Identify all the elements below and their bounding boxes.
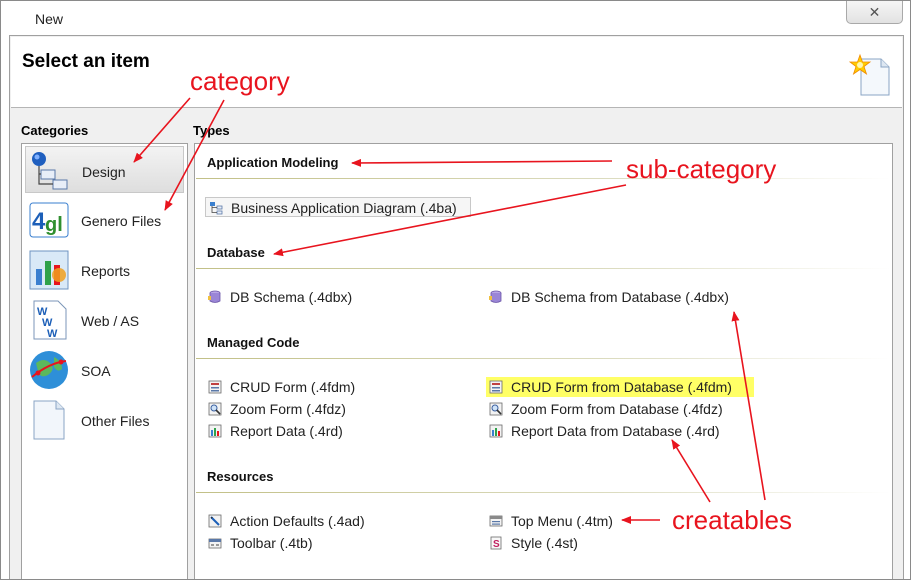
section-title-managed-code: Managed Code xyxy=(207,335,300,350)
category-item-genero-files[interactable]: 4 gl Genero Files xyxy=(25,196,184,243)
type-label: Business Application Diagram (.4ba) xyxy=(231,200,457,216)
section-title-database: Database xyxy=(207,245,265,260)
section-divider xyxy=(196,268,891,269)
design-icon xyxy=(32,152,68,190)
type-item-crud-form[interactable]: CRUD Form (.4fdm) xyxy=(205,377,455,397)
report-data-icon xyxy=(489,424,503,438)
title-bar: New ✕ xyxy=(1,1,910,35)
category-label: Design xyxy=(82,164,126,180)
type-item-action-defaults[interactable]: Action Defaults (.4ad) xyxy=(205,511,455,531)
window-title: New xyxy=(35,11,64,27)
type-label: CRUD Form from Database (.4fdm) xyxy=(511,379,732,395)
type-label: Zoom Form (.4fdz) xyxy=(230,401,346,417)
types-label: Types xyxy=(193,123,230,138)
type-item-zoom-form[interactable]: Zoom Form (.4fdz) xyxy=(205,399,455,419)
close-icon: ✕ xyxy=(868,4,881,20)
type-label: Style (.4st) xyxy=(511,535,578,551)
action-defaults-icon xyxy=(208,514,222,528)
web-as-icon: W W W xyxy=(33,300,67,340)
page-title: Select an item xyxy=(22,51,150,72)
section-title-application-modeling: Application Modeling xyxy=(207,155,339,170)
type-label: Toolbar (.4tb) xyxy=(230,535,313,551)
diagram-icon xyxy=(210,202,223,215)
type-item-zoom-form-from-database[interactable]: Zoom Form from Database (.4fdz) xyxy=(486,399,754,419)
soa-globe-icon xyxy=(30,351,68,389)
type-label: Zoom Form from Database (.4fdz) xyxy=(511,401,723,417)
svg-text:4: 4 xyxy=(32,208,46,235)
categories-list: Design 4 gl Genero Files Reports W W W W… xyxy=(21,143,188,579)
type-label: Top Menu (.4tm) xyxy=(511,513,613,529)
type-label: Report Data from Database (.4rd) xyxy=(511,423,720,439)
categories-label: Categories xyxy=(21,123,89,138)
type-label: DB Schema from Database (.4dbx) xyxy=(511,289,729,305)
svg-text:gl: gl xyxy=(45,214,63,236)
report-data-icon xyxy=(208,424,222,438)
type-label: CRUD Form (.4fdm) xyxy=(230,379,356,395)
category-item-web-as[interactable]: W W W Web / AS xyxy=(25,296,184,343)
section-title-resources: Resources xyxy=(207,469,274,484)
style-icon: S xyxy=(490,536,502,550)
form-icon xyxy=(208,380,222,394)
annotation-creatables: creatables xyxy=(672,505,792,535)
form-icon xyxy=(489,380,503,394)
type-item-report-data[interactable]: Report Data (.4rd) xyxy=(205,421,455,441)
4gl-files-icon: 4 gl xyxy=(29,202,69,238)
type-item-db-schema-from-database[interactable]: DB Schema from Database (.4dbx) xyxy=(486,287,786,307)
type-item-business-application-diagram[interactable]: Business Application Diagram (.4ba) xyxy=(205,197,471,217)
svg-text:W: W xyxy=(47,328,58,340)
toolbar-icon xyxy=(208,538,222,549)
type-item-crud-form-from-database[interactable]: CRUD Form from Database (.4fdm) xyxy=(486,377,754,397)
category-item-design[interactable]: Design xyxy=(25,146,184,193)
type-item-style[interactable]: S Style (.4st) xyxy=(486,533,736,553)
reports-icon xyxy=(29,250,69,290)
db-schema-icon xyxy=(208,290,221,303)
type-item-db-schema[interactable]: DB Schema (.4dbx) xyxy=(205,287,455,307)
type-label: Report Data (.4rd) xyxy=(230,423,343,439)
dialog-header: Select an item xyxy=(11,37,902,108)
new-dialog-window: New ✕ Select an item Categories Types De… xyxy=(0,0,911,580)
zoom-form-icon xyxy=(489,402,503,416)
section-divider xyxy=(196,358,891,359)
type-label: Action Defaults (.4ad) xyxy=(230,513,365,529)
dialog-body: Select an item Categories Types Design 4… xyxy=(9,35,904,579)
category-label: Reports xyxy=(81,263,131,279)
category-item-other-files[interactable]: Other Files xyxy=(25,396,184,443)
file-icon xyxy=(33,400,65,440)
category-label: SOA xyxy=(81,363,111,379)
new-item-wizard-icon xyxy=(849,53,890,96)
db-schema-icon xyxy=(489,290,502,303)
category-label: Web / AS xyxy=(81,313,140,329)
svg-text:S: S xyxy=(493,539,500,550)
category-label: Genero Files xyxy=(81,213,162,229)
type-item-report-data-from-database[interactable]: Report Data from Database (.4rd) xyxy=(486,421,754,441)
type-item-toolbar[interactable]: Toolbar (.4tb) xyxy=(205,533,455,553)
category-item-soa[interactable]: SOA xyxy=(25,346,184,393)
section-divider xyxy=(196,492,891,493)
section-divider xyxy=(196,178,891,179)
type-label: DB Schema (.4dbx) xyxy=(230,289,353,305)
zoom-form-icon xyxy=(208,402,222,416)
annotation-category: category xyxy=(190,66,290,96)
close-button[interactable]: ✕ xyxy=(846,1,903,24)
annotation-sub-category: sub-category xyxy=(626,154,777,184)
category-label: Other Files xyxy=(81,413,150,429)
category-item-reports[interactable]: Reports xyxy=(25,246,184,293)
top-menu-icon xyxy=(489,515,503,527)
